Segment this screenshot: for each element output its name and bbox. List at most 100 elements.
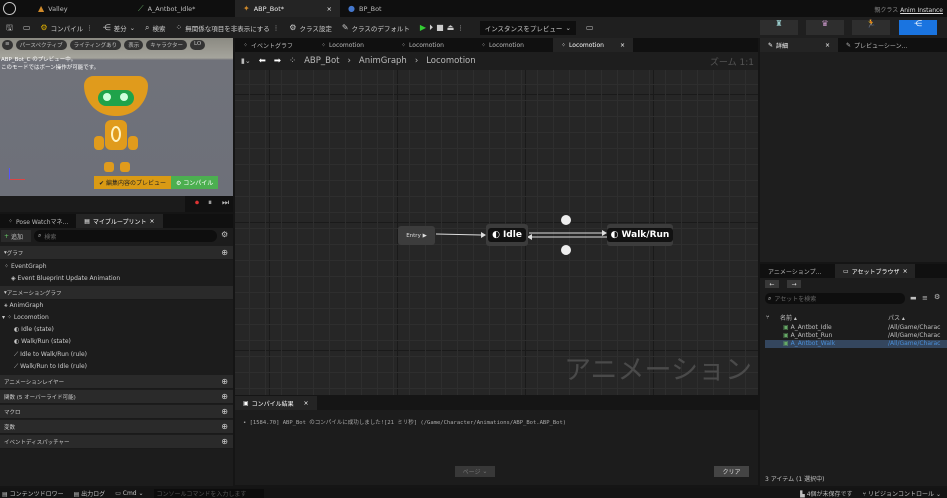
menu-icon[interactable]: ≡	[2, 40, 13, 50]
entry-node[interactable]: Entry ▶	[398, 226, 435, 245]
breadcrumb-item[interactable]: AnimGraph	[359, 56, 407, 66]
add-icon[interactable]: ⊕	[221, 437, 228, 446]
mesh-mode-button[interactable]: ♛	[806, 20, 844, 35]
tab-bp-bot[interactable]: ● BP_Bot	[340, 0, 390, 17]
section-macros[interactable]: マクロ ⊕	[0, 405, 233, 419]
tree-item-animgraph[interactable]: ⚹ AnimGraph	[4, 302, 43, 310]
tab-valley[interactable]: ▲ Valley	[30, 0, 76, 17]
pause-icon[interactable]: ⏸	[208, 199, 212, 207]
back-arrow-icon[interactable]: ⬅	[259, 56, 266, 66]
settings-icon[interactable]: ⚙	[221, 231, 228, 239]
animation-mode-button[interactable]: 🏃	[852, 20, 890, 35]
tree-item-walkrun-state[interactable]: ◐ Walk/Run (state)	[14, 338, 71, 345]
back-button[interactable]: ←	[765, 280, 779, 288]
stop-icon[interactable]: ■	[436, 23, 444, 32]
tab-locomotion-active[interactable]: ⁘ Locomotion ×	[553, 38, 633, 52]
diff-button[interactable]: ⋲ 差分 ⌄	[103, 23, 135, 33]
edit-preview-button[interactable]: ✔ 編集内容のプレビュー	[94, 176, 171, 189]
tree-item-eventgraph[interactable]: ⁘ EventGraph	[4, 263, 47, 270]
step-icon[interactable]: ⏵	[429, 23, 433, 32]
section-variables[interactable]: 変数 ⊕	[0, 420, 233, 434]
filter-icon[interactable]: ≡	[922, 294, 928, 302]
class-defaults-button[interactable]: ✎ クラスのデフォルト	[342, 23, 410, 33]
search-input[interactable]: ⌕ 検索	[34, 230, 217, 242]
close-icon[interactable]: ×	[150, 218, 155, 225]
tab-details[interactable]: ✎ 詳細 ×	[760, 38, 838, 52]
column-name[interactable]: 名前 ▴	[780, 313, 888, 322]
tree-item-idle-to-walk-rule[interactable]: ⟋ Idle to Walk/Run (rule)	[14, 351, 87, 359]
tab-locomotion-1[interactable]: ⁘ Locomotion	[313, 38, 393, 52]
add-icon[interactable]: ⊕	[221, 422, 228, 431]
search-button[interactable]: ⌕ 検索	[145, 23, 165, 33]
hide-unrelated-button[interactable]: ⁘ 無関係な項目を非表示にする ⋮	[176, 23, 280, 33]
state-machine-graph[interactable]: ズーム 1:1 アニメーション Entry ▶ ◐ Idle ◐ Walk/Run	[235, 58, 758, 395]
viewport[interactable]: ≡ パースペクティブ ライティングあり 表示 キャラクター LO ABP_Bot…	[0, 38, 233, 196]
tab-animation-preview[interactable]: アニメーションプ...	[760, 264, 835, 278]
output-log-button[interactable]: ▤ 出力ログ	[74, 489, 106, 498]
character-button[interactable]: キャラクター	[146, 40, 187, 50]
asset-row-selected[interactable]: ▣ A_Antbot_Walk/All/Game/Charac	[765, 340, 947, 348]
forward-arrow-icon[interactable]: ➡	[274, 56, 281, 66]
class-settings-button[interactable]: ⚙ クラス設定	[289, 23, 332, 33]
show-button[interactable]: 表示	[124, 40, 144, 50]
revision-control-button[interactable]: ⑂ リビジョンコントロール ⌄	[863, 489, 941, 498]
column-path[interactable]: パス ▴	[888, 313, 905, 322]
viewport-compile-button[interactable]: ⚙ コンパイル	[170, 176, 219, 189]
tab-locomotion-3[interactable]: ⁘ Locomotion	[473, 38, 553, 52]
play-icon[interactable]: ▶	[420, 23, 426, 32]
settings-icon[interactable]: ⚙	[934, 293, 940, 301]
step-forward-icon[interactable]: ⏭	[222, 199, 229, 207]
tree-item-event-update[interactable]: ◈ Event Blueprint Update Animation	[11, 275, 120, 282]
preview-instance-dropdown[interactable]: インスタンスをプレビュー ⌄	[479, 20, 576, 35]
add-button[interactable]: + 追加	[1, 230, 31, 242]
clear-button[interactable]: クリア	[714, 466, 749, 477]
close-icon[interactable]: ×	[304, 400, 309, 407]
save-icon[interactable]: 🖫	[6, 23, 13, 32]
add-icon[interactable]: ⊕	[221, 407, 228, 416]
section-anim-graphs[interactable]: ▾ アニメーショングラフ	[0, 286, 233, 300]
timeline[interactable]	[0, 196, 185, 212]
folder-icon[interactable]: ▬	[910, 294, 917, 302]
tab-my-blueprint[interactable]: ▤ マイブループリント ×	[76, 214, 163, 228]
close-icon[interactable]: ×	[903, 268, 908, 275]
close-icon[interactable]: ×	[327, 5, 332, 13]
transition-rule-icon[interactable]	[561, 215, 571, 225]
breadcrumb-item[interactable]: ABP_Bot	[304, 56, 339, 66]
breadcrumb-item[interactable]: Locomotion	[426, 56, 475, 66]
tab-compile-results[interactable]: ▣ コンパイル結果 ×	[235, 396, 317, 410]
unsaved-button[interactable]: ▙ 4個が未保存です	[800, 489, 852, 498]
bookmark-icon[interactable]: ▮⌄	[241, 57, 251, 65]
cmd-dropdown[interactable]: ▭ Cmd ⌄	[115, 490, 143, 497]
asset-row[interactable]: ▣ A_Antbot_Idle/All/Game/Charac	[765, 324, 947, 332]
parent-class-link[interactable]: Anim Instance	[900, 7, 943, 14]
state-node-walkrun[interactable]: ◐ Walk/Run	[606, 224, 674, 246]
blueprint-mode-button[interactable]: ⋲	[899, 20, 937, 35]
tree-item-walk-to-idle-rule[interactable]: ⟋ Walk/Run to Idle (rule)	[14, 363, 87, 371]
eject-icon[interactable]: ⏏	[447, 23, 455, 32]
tab-antbot-idle[interactable]: ⟋ A_Antbot_Idle*	[130, 0, 203, 17]
section-event-dispatchers[interactable]: イベントディスパッチャー ⊕	[0, 435, 233, 449]
close-icon[interactable]: ×	[620, 42, 625, 49]
transition-rule-icon[interactable]	[561, 245, 571, 255]
tab-locomotion-2[interactable]: ⁘ Locomotion	[393, 38, 473, 52]
tab-event-graph[interactable]: ⁘ イベントグラフ	[235, 38, 313, 52]
forward-button[interactable]: →	[787, 280, 801, 288]
section-graphs[interactable]: ▾ グラフ ⊕	[0, 246, 233, 260]
add-icon[interactable]: ⊕	[221, 248, 228, 257]
section-functions[interactable]: 関数 (5 オーバーライド可能) ⊕	[0, 390, 233, 404]
folder-icon[interactable]: ▭	[586, 23, 594, 32]
state-node-idle[interactable]: ◐ Idle	[486, 224, 528, 246]
tab-pose-watch[interactable]: ⁘ Pose Watchマネ...	[0, 214, 76, 228]
tree-item-locomotion[interactable]: ▾ ⁘ Locomotion	[2, 314, 49, 321]
close-icon[interactable]: ×	[825, 42, 830, 49]
tab-asset-browser[interactable]: ▭ アセットブラウザ ×	[835, 264, 915, 278]
page-dropdown[interactable]: ページ ⌄	[455, 466, 495, 477]
compile-button[interactable]: ⚙ コンパイル ⋮	[40, 23, 92, 33]
section-anim-layers[interactable]: アニメーションレイヤー ⊕	[0, 375, 233, 389]
tree-item-idle-state[interactable]: ◐ Idle (state)	[14, 326, 54, 333]
lod-button[interactable]: LO	[189, 40, 206, 50]
tab-preview-scene[interactable]: ✎ プレビューシーン...	[838, 38, 915, 52]
lighting-button[interactable]: ライティングあり	[69, 40, 122, 50]
tab-abp-bot[interactable]: ✦ ABP_Bot* ×	[235, 0, 340, 17]
content-drawer-button[interactable]: ▤ コンテンツドロワー	[2, 489, 64, 498]
